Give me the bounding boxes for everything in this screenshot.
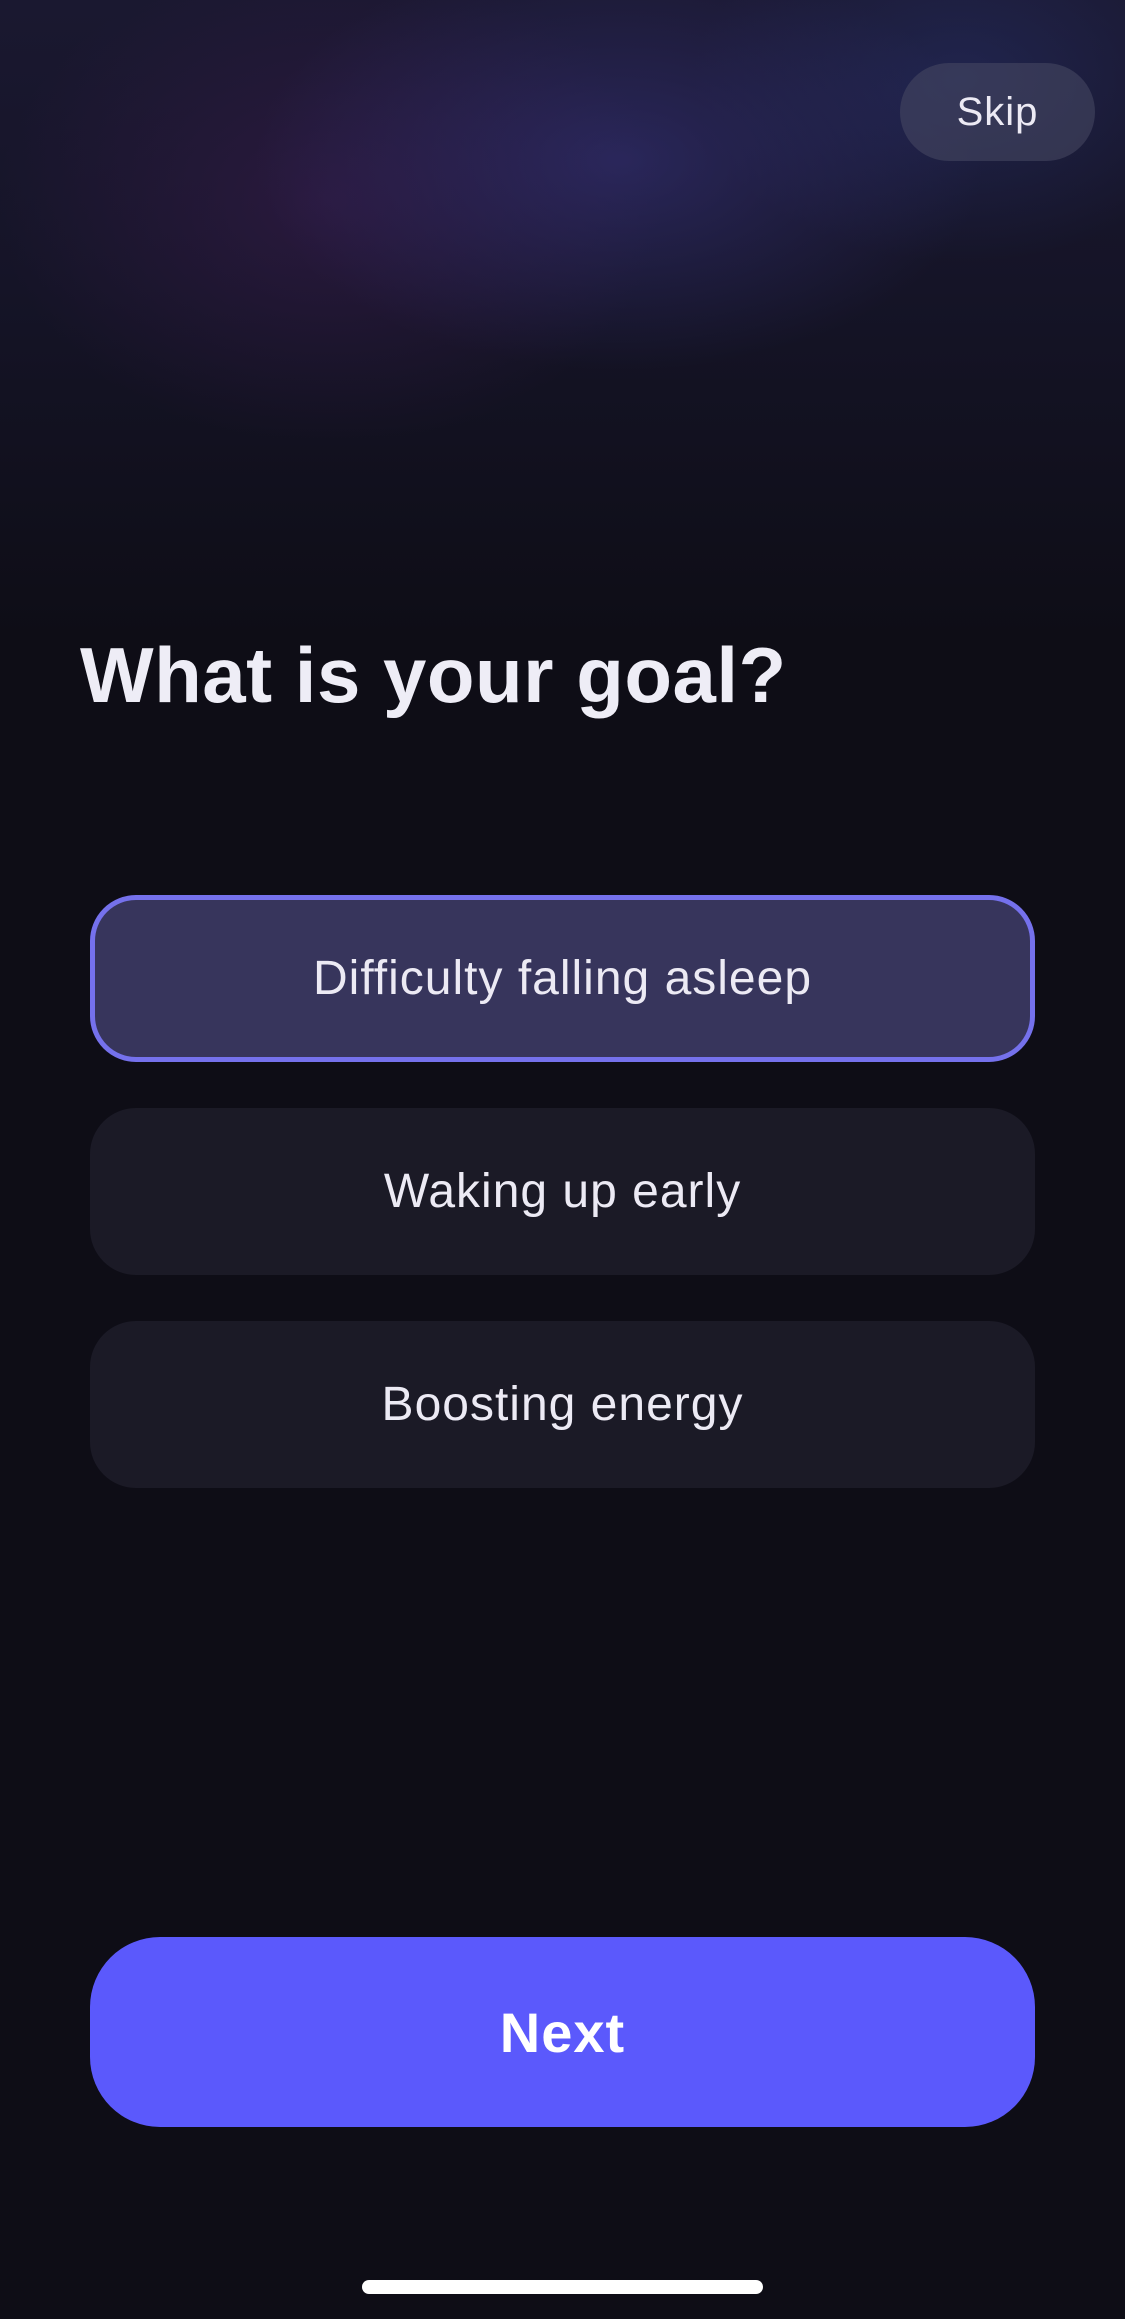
next-button[interactable]: Next	[90, 1937, 1035, 2127]
skip-button[interactable]: Skip	[900, 63, 1095, 161]
page-title: What is your goal?	[80, 631, 787, 719]
option-waking-up-early[interactable]: Waking up early	[90, 1108, 1035, 1275]
onboarding-screen: Skip What is your goal? Difficulty falli…	[0, 0, 1125, 2319]
option-boosting-energy[interactable]: Boosting energy	[90, 1321, 1035, 1488]
home-indicator	[362, 2280, 763, 2294]
option-difficulty-falling-asleep[interactable]: Difficulty falling asleep	[90, 895, 1035, 1062]
goal-options-list: Difficulty falling asleep Waking up earl…	[90, 895, 1035, 1534]
